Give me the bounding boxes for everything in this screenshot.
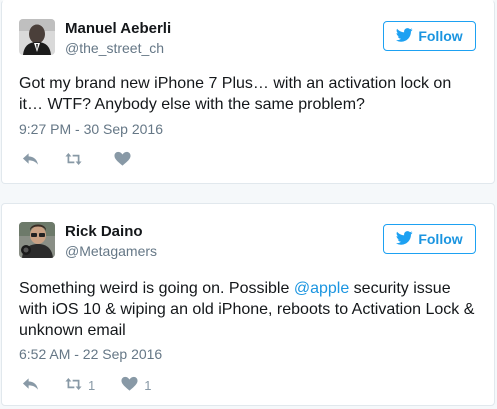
tweet-actions xyxy=(22,151,163,170)
tweet-text-segment: security issue xyxy=(349,280,451,297)
like-count: 1 xyxy=(144,378,152,393)
like-button[interactable]: 1 xyxy=(121,376,151,395)
tweet-text-line: with iOS 10 & wiping an old iPhone, rebo… xyxy=(19,301,475,318)
reply-button[interactable] xyxy=(22,151,39,170)
reply-icon xyxy=(22,376,39,395)
heart-icon xyxy=(114,151,131,170)
avatar[interactable] xyxy=(19,19,55,55)
tweet-text-line: Got my brand new iPhone 7 Plus… with an … xyxy=(19,75,452,92)
heart-icon xyxy=(121,376,138,395)
user-handle[interactable]: @Metagamers xyxy=(65,243,157,259)
display-name[interactable]: Rick Daino xyxy=(65,223,143,240)
mention-link[interactable]: @apple xyxy=(294,280,349,297)
tweet-text-line: unknown email xyxy=(19,322,126,339)
user-handle[interactable]: @the_street_ch xyxy=(65,40,164,56)
timestamp[interactable]: 6:52 AM - 22 Sep 2016 xyxy=(19,346,162,362)
retweet-icon xyxy=(65,151,82,170)
display-name[interactable]: Manuel Aeberli xyxy=(65,20,171,37)
retweet-button[interactable]: 1 xyxy=(65,376,95,395)
retweet-icon xyxy=(65,376,82,395)
tweet-text-line: it… WTF? Anybody else with the same prob… xyxy=(19,96,365,113)
bird-icon xyxy=(396,230,413,248)
like-button[interactable] xyxy=(114,151,137,170)
reply-button[interactable] xyxy=(22,376,39,395)
follow-label: Follow xyxy=(418,231,463,247)
follow-label: Follow xyxy=(418,28,463,44)
tweet-card: Rick Daino @Metagamers Follow Something … xyxy=(1,203,495,406)
avatar[interactable] xyxy=(19,222,55,258)
tweet-text: Something weird is going on. Possible @a… xyxy=(19,278,476,341)
reply-icon xyxy=(22,151,39,170)
tweet-text-line: Something weird is going on. Possible @a… xyxy=(19,278,476,299)
timestamp[interactable]: 9:27 PM - 30 Sep 2016 xyxy=(19,121,163,137)
tweet-actions: 1 1 xyxy=(22,376,177,395)
tweet-text-segment: Something weird is going on. Possible xyxy=(19,280,294,297)
follow-button[interactable]: Follow xyxy=(383,21,476,51)
tweet-text: Got my brand new iPhone 7 Plus… with an … xyxy=(19,73,476,115)
tweet-card: Manuel Aeberli @the_street_ch Follow Got… xyxy=(1,0,495,184)
follow-button[interactable]: Follow xyxy=(383,224,476,254)
bird-icon xyxy=(396,27,413,45)
retweet-button[interactable] xyxy=(65,151,88,170)
retweet-count: 1 xyxy=(88,378,96,393)
